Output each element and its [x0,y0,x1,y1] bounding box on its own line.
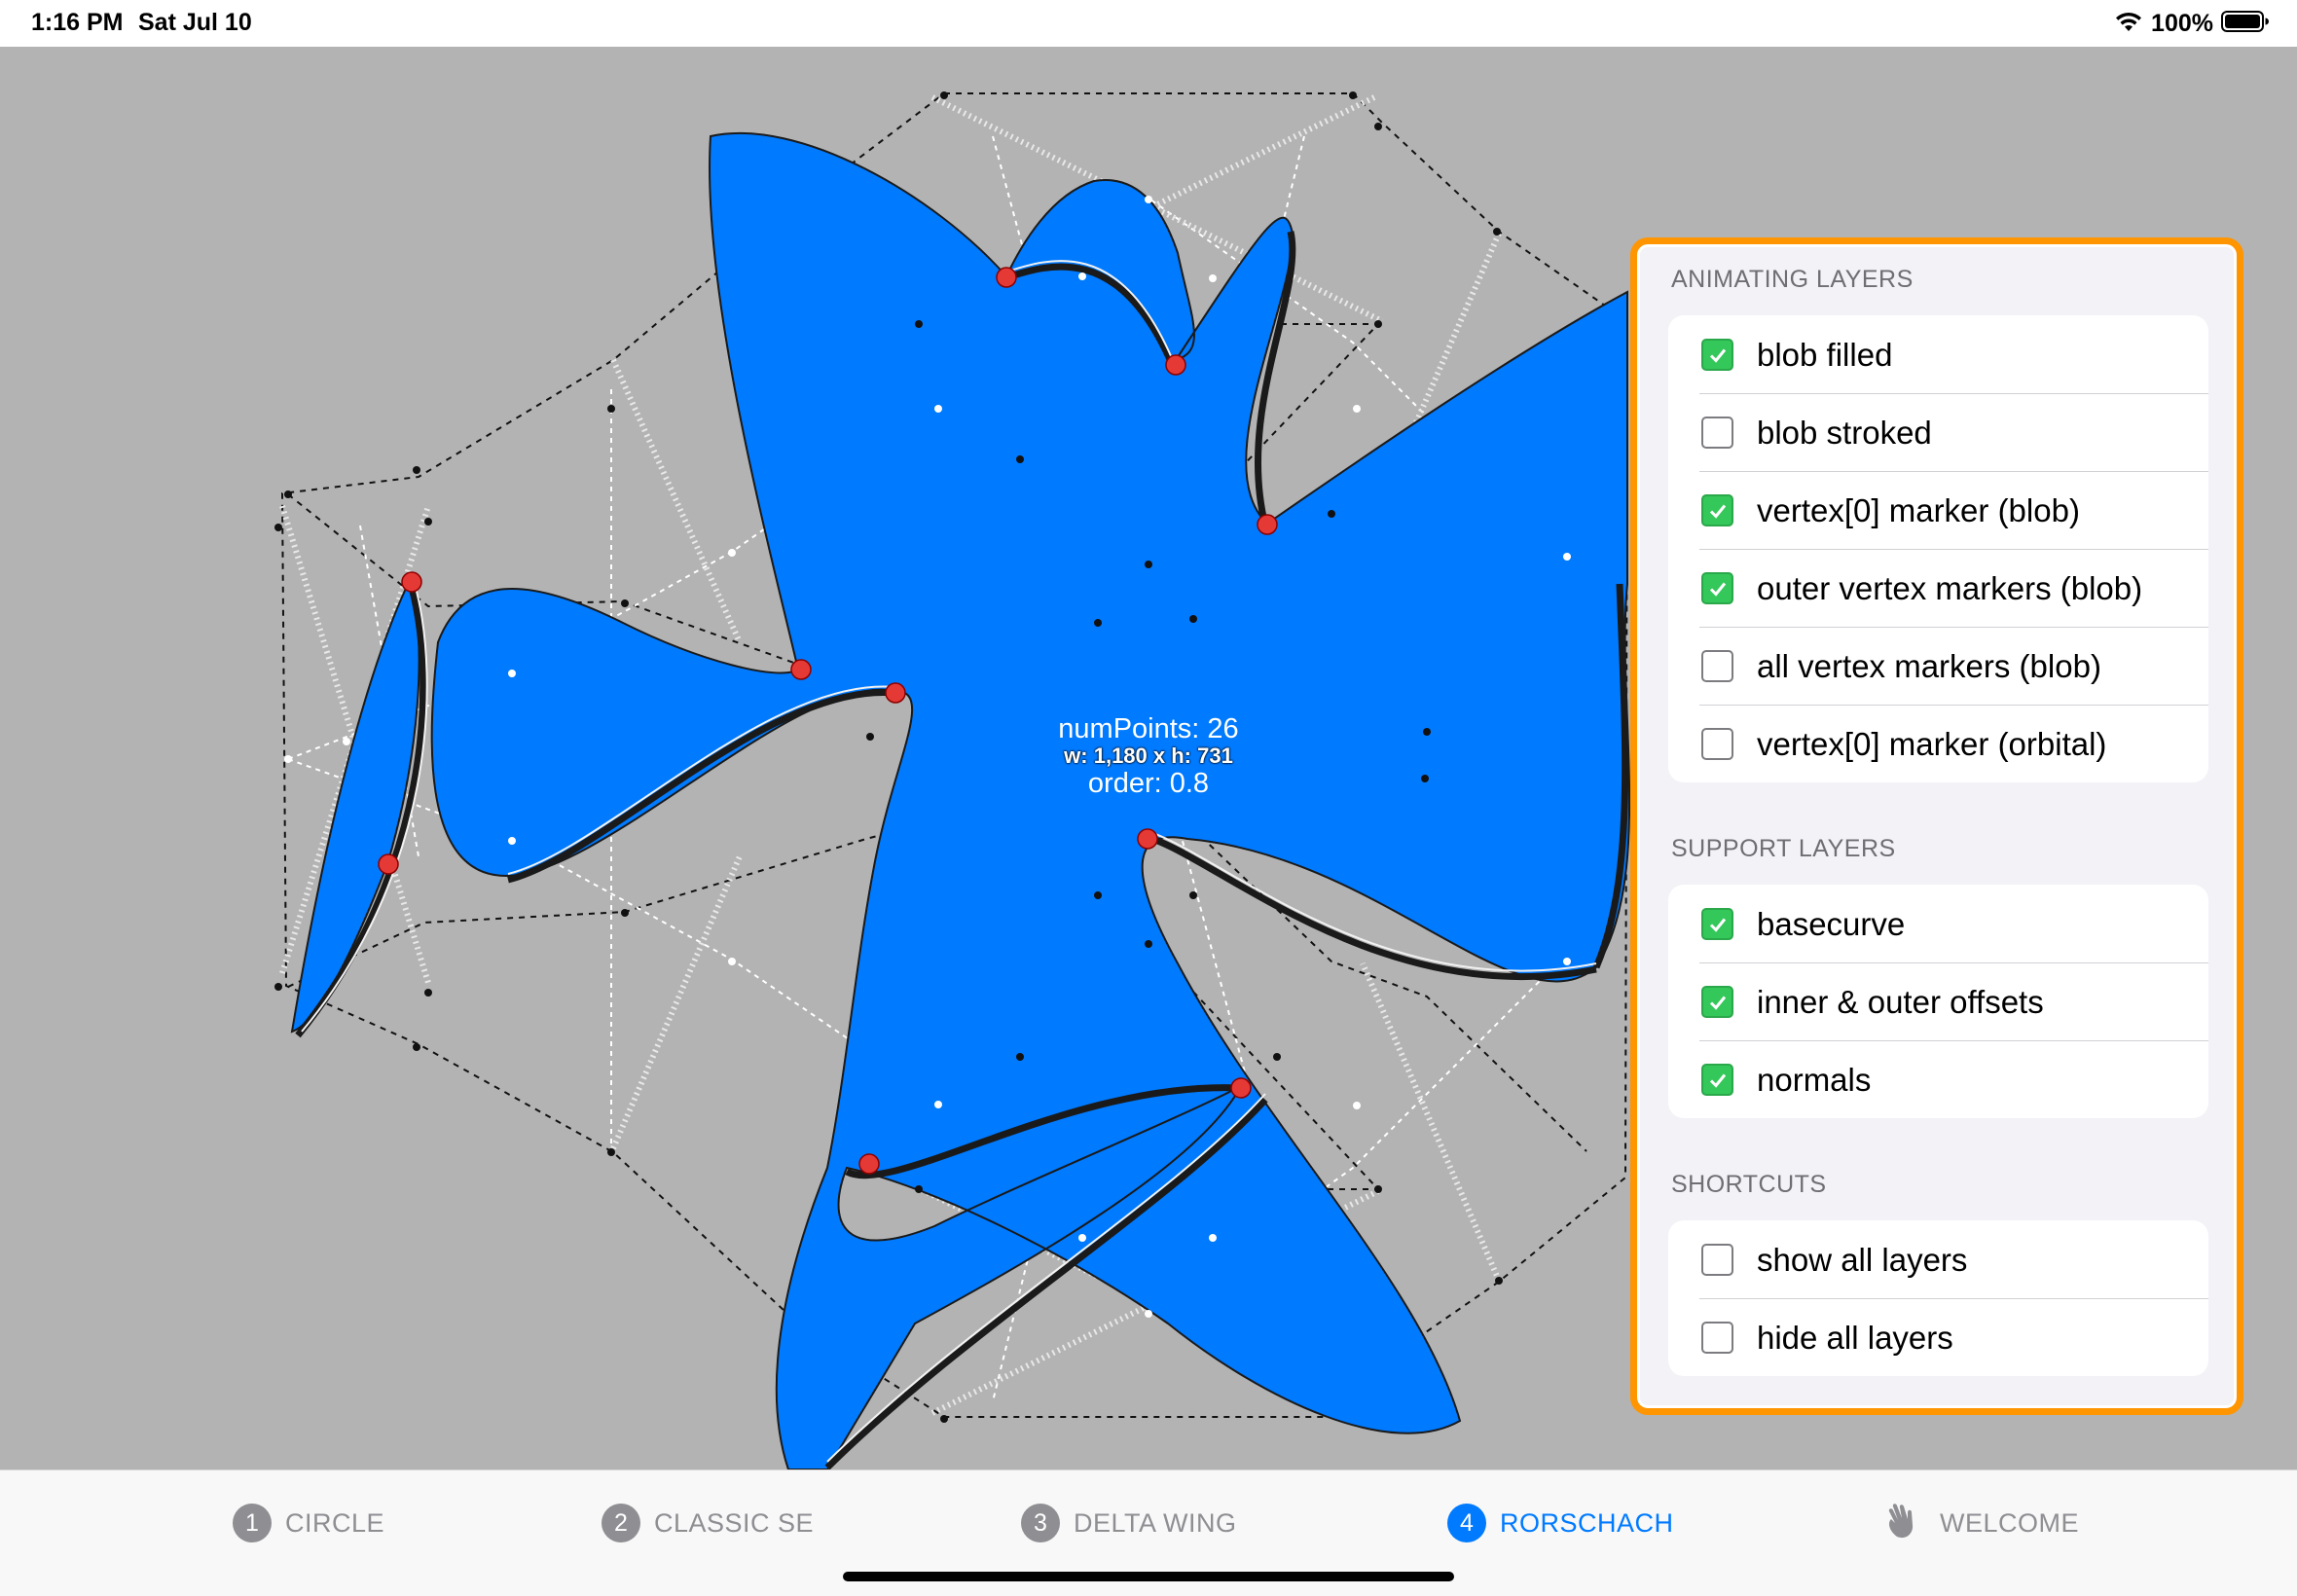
checkbox-checked-icon[interactable] [1701,986,1733,1018]
tab-rorschach[interactable]: 4 RORSCHACH [1447,1504,1674,1542]
section-header-shortcuts: SHORTCUTS [1671,1171,1827,1198]
wifi-icon [2114,10,2143,38]
row-label: blob filled [1757,337,1893,373]
checkbox-unchecked-icon[interactable] [1701,1322,1733,1354]
row-vertex0-marker-blob[interactable]: vertex[0] marker (blob) [1668,471,2208,549]
shape-info-overlay: numPoints: 26 w: 1,180 x h: 731 order: 0… [1051,714,1246,798]
checkbox-unchecked-icon[interactable] [1701,650,1733,682]
status-date: Sat Jul 10 [138,9,252,36]
row-normals[interactable]: normals [1668,1040,2208,1118]
support-layers-group: basecurve inner & outer offsets normals [1668,885,2208,1118]
status-time: 1:16 PM [31,9,124,36]
animating-layers-group: blob filled blob stroked vertex[0] marke… [1668,315,2208,782]
row-label: all vertex markers (blob) [1757,648,2101,684]
checkbox-checked-icon[interactable] [1701,339,1733,371]
row-label: inner & outer offsets [1757,984,2044,1020]
tab-bar: 1 CIRCLE 2 CLASSIC SE 3 DELTA WING 4 ROR… [0,1469,2297,1596]
tab-number-badge: 3 [1021,1504,1060,1542]
row-label: basecurve [1757,906,1906,942]
checkbox-unchecked-icon[interactable] [1701,417,1733,449]
section-header-animating: ANIMATING LAYERS [1671,266,1914,293]
checkbox-unchecked-icon[interactable] [1701,1244,1733,1276]
row-basecurve[interactable]: basecurve [1668,885,2208,962]
shortcuts-group: show all layers hide all layers [1668,1220,2208,1376]
hand-wave-icon [1883,1502,1926,1545]
checkbox-checked-icon[interactable] [1701,572,1733,604]
order-label: order: 0.8 [1087,768,1210,799]
tab-number-badge: 1 [233,1504,272,1542]
row-all-vertex-markers[interactable]: all vertex markers (blob) [1668,627,2208,705]
battery-percentage: 100% [2151,9,2213,37]
checkbox-unchecked-icon[interactable] [1701,728,1733,760]
status-bar: 1:16 PM Sat Jul 10 100% [0,0,2297,47]
battery-icon [2221,10,2270,38]
blob-left-lobe [290,577,420,1034]
row-blob-filled[interactable]: blob filled [1668,315,2208,393]
layers-popover: ANIMATING LAYERS blob filled blob stroke… [1630,237,2243,1415]
tab-label: CIRCLE [285,1507,385,1538]
tab-label: WELCOME [1940,1507,2080,1538]
row-label: outer vertex markers (blob) [1757,570,2143,606]
tab-number-badge: 4 [1447,1504,1486,1542]
num-points-label: numPoints: 26 [1058,713,1239,744]
row-outer-vertex-markers[interactable]: outer vertex markers (blob) [1668,549,2208,627]
checkbox-checked-icon[interactable] [1701,908,1733,940]
section-header-support: SUPPORT LAYERS [1671,835,1896,862]
tab-welcome[interactable]: WELCOME [1883,1502,2080,1545]
home-indicator [843,1572,1454,1581]
tab-number-badge: 2 [602,1504,640,1542]
row-label: vertex[0] marker (orbital) [1757,726,2107,762]
row-label: normals [1757,1062,1872,1098]
blob-shape [430,131,1631,1469]
tab-circle[interactable]: 1 CIRCLE [233,1504,384,1542]
row-show-all-layers[interactable]: show all layers [1668,1220,2208,1298]
row-label: blob stroked [1757,415,1932,451]
tab-delta-wing[interactable]: 3 DELTA WING [1021,1504,1237,1542]
tab-label: RORSCHACH [1500,1507,1674,1538]
row-inner-outer-offsets[interactable]: inner & outer offsets [1668,962,2208,1040]
row-hide-all-layers[interactable]: hide all layers [1668,1298,2208,1376]
row-label: vertex[0] marker (blob) [1757,492,2080,528]
size-label: w: 1,180 x h: 731 [1064,744,1233,768]
tab-classic-se[interactable]: 2 CLASSIC SE [602,1504,814,1542]
row-blob-stroked[interactable]: blob stroked [1668,393,2208,471]
row-label: show all layers [1757,1242,1968,1278]
tab-label: DELTA WING [1074,1507,1237,1538]
tab-label: CLASSIC SE [654,1507,815,1538]
row-label: hide all layers [1757,1320,1953,1356]
status-right: 100% [2114,8,2270,39]
checkbox-checked-icon[interactable] [1701,1064,1733,1096]
checkbox-checked-icon[interactable] [1701,494,1733,526]
row-vertex0-marker-orbital[interactable]: vertex[0] marker (orbital) [1668,705,2208,782]
